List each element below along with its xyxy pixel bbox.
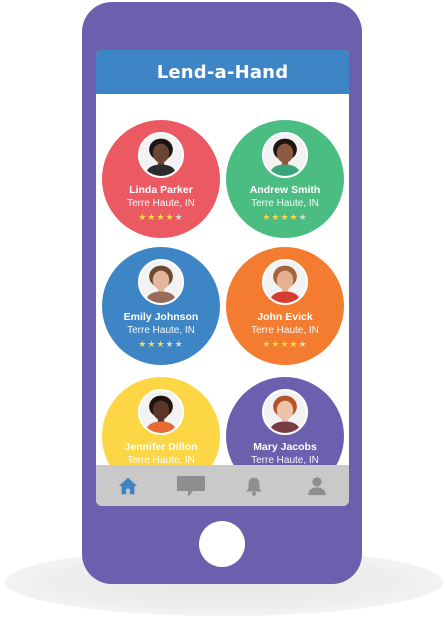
tab-notifications[interactable]: [234, 469, 274, 503]
helper-name: Andrew Smith: [249, 184, 321, 196]
avatar: [138, 389, 184, 435]
bottom-tab-bar: [96, 465, 349, 506]
star-rating: ★★★★★: [262, 339, 307, 349]
star-icon: ★: [280, 339, 290, 349]
helper-location: Terre Haute, IN: [251, 325, 319, 336]
tab-messages[interactable]: [171, 469, 211, 503]
helper-name: Emily Johnson: [123, 311, 199, 323]
star-rating: ★★★★★: [138, 212, 183, 222]
avatar: [262, 259, 308, 305]
star-icon: ★: [138, 339, 148, 349]
avatar: [262, 389, 308, 435]
helper-name: Mary Jacobs: [253, 441, 317, 453]
star-rating: ★★★★★: [138, 339, 183, 349]
helpers-grid[interactable]: Linda Parker Terre Haute, IN ★★★★★ Andrew S…: [96, 94, 349, 465]
star-icon: ★: [262, 339, 272, 349]
bell-icon: [246, 477, 262, 496]
chat-icon: [176, 475, 205, 497]
helper-card[interactable]: Emily Johnson Terre Haute, IN ★★★★★: [102, 247, 220, 365]
home-icon: [118, 477, 137, 494]
star-icon: ★: [156, 339, 166, 349]
star-icon: ★: [289, 339, 299, 349]
star-icon: ★: [289, 212, 299, 222]
helper-location: Terre Haute, IN: [251, 198, 319, 209]
avatar: [138, 132, 184, 178]
phone-screen: Lend-a-Hand Linda Parker Terre Haute, IN ★…: [96, 50, 349, 506]
star-icon: ★: [156, 212, 166, 222]
helper-card[interactable]: Andrew Smith Terre Haute, IN ★★★★★: [226, 120, 344, 238]
star-icon: ★: [174, 212, 184, 222]
helper-location: Terre Haute, IN: [127, 455, 195, 465]
helper-card[interactable]: John Evick Terre Haute, IN ★★★★★: [226, 247, 344, 365]
star-icon: ★: [174, 339, 184, 349]
tab-profile[interactable]: [297, 469, 337, 503]
profile-icon: [308, 476, 327, 495]
star-icon: ★: [262, 212, 272, 222]
helper-name: Linda Parker: [129, 184, 193, 196]
helper-name: Jennifer Dillon: [124, 441, 198, 453]
helper-name: John Evick: [257, 311, 313, 323]
phone-home-button[interactable]: [199, 521, 245, 567]
star-icon: ★: [298, 212, 308, 222]
avatar: [138, 259, 184, 305]
helper-card[interactable]: Mary JacobsTerre Haute, IN★★★★★: [226, 377, 344, 465]
star-icon: ★: [165, 339, 175, 349]
star-icon: ★: [280, 212, 290, 222]
avatar: [262, 132, 308, 178]
helper-location: Terre Haute, IN: [251, 455, 319, 465]
app-header: Lend-a-Hand: [96, 50, 349, 94]
helper-card[interactable]: Linda Parker Terre Haute, IN ★★★★★: [102, 120, 220, 238]
star-icon: ★: [298, 339, 308, 349]
star-icon: ★: [138, 212, 148, 222]
helper-card[interactable]: Jennifer DillonTerre Haute, IN★★★★★: [102, 377, 220, 465]
helper-location: Terre Haute, IN: [127, 325, 195, 336]
star-icon: ★: [165, 212, 175, 222]
star-rating: ★★★★★: [262, 212, 307, 222]
helper-location: Terre Haute, IN: [127, 198, 195, 209]
app-title: Lend-a-Hand: [156, 61, 289, 83]
tab-home[interactable]: [108, 469, 148, 503]
